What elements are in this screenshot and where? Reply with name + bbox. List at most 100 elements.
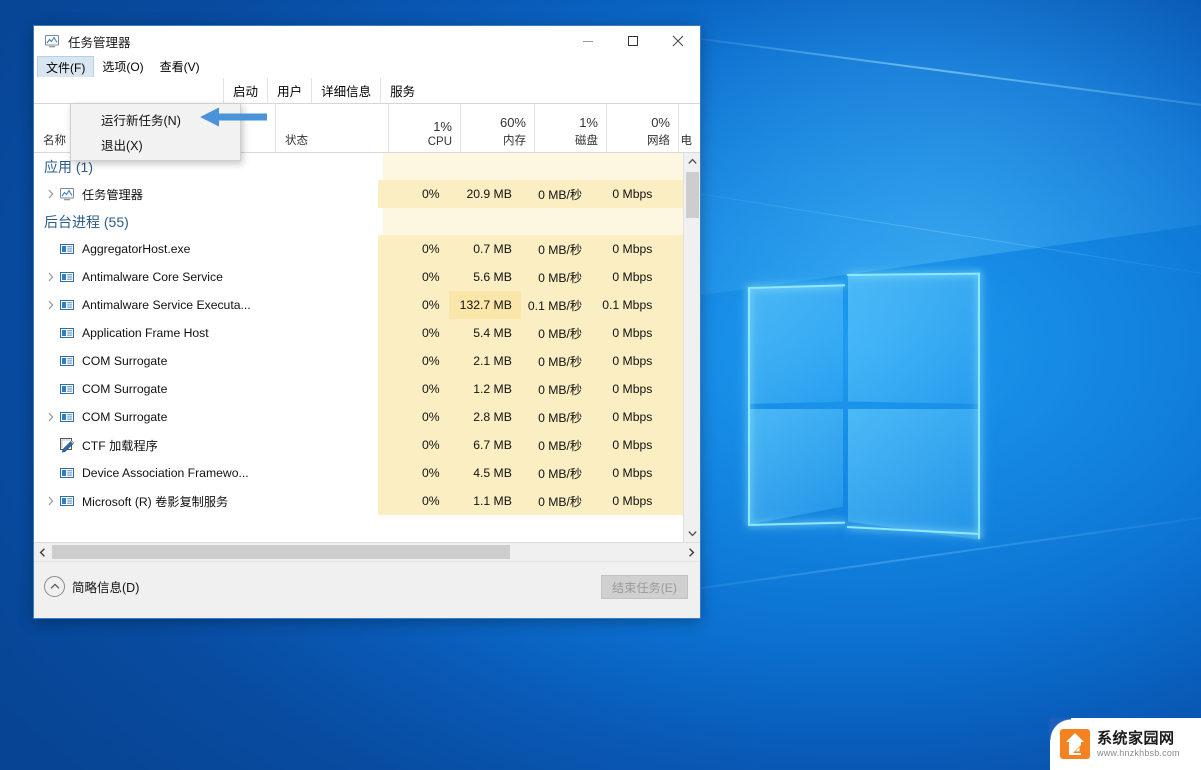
- menu-file[interactable]: 文件(F): [37, 56, 95, 77]
- scroll-up-icon[interactable]: [684, 153, 700, 170]
- fewer-details-button[interactable]: 简略信息(D): [44, 576, 139, 597]
- process-memory-cell: 1.2 MB: [448, 375, 521, 403]
- process-status-cell: [269, 291, 379, 319]
- expand-chevron-icon[interactable]: [42, 272, 59, 282]
- process-power-cell: [661, 459, 683, 487]
- process-power-cell: [661, 487, 683, 515]
- column-header-memory[interactable]: 60% 内存: [460, 104, 534, 152]
- process-status-cell: [269, 375, 379, 403]
- expand-chevron-icon[interactable]: [42, 300, 59, 310]
- process-name-label: COM Surrogate: [82, 354, 168, 368]
- process-power-cell: [661, 263, 683, 291]
- generic-app-icon: [59, 269, 75, 285]
- close-button[interactable]: [655, 26, 700, 56]
- process-row[interactable]: COM Surrogate 0% 1.2 MB 0 MB/秒 0 Mbps: [34, 375, 683, 403]
- scroll-right-icon[interactable]: [683, 543, 700, 561]
- process-network-cell: 0 Mbps: [591, 263, 662, 291]
- process-group-header: 后台进程 (55): [34, 207, 683, 236]
- process-network-cell: 0 Mbps: [591, 347, 662, 375]
- process-name-cell: Application Frame Host: [34, 319, 269, 347]
- column-header-cpu[interactable]: 1% CPU: [388, 104, 460, 152]
- process-row[interactable]: Antimalware Service Executa... 0% 132.7 MB…: [34, 291, 683, 319]
- horizontal-scrollbar[interactable]: [34, 542, 700, 561]
- process-name-cell: COM Surrogate: [34, 403, 269, 431]
- column-header-cpu-label: CPU: [427, 136, 452, 148]
- column-header-status[interactable]: 状态: [275, 104, 388, 152]
- process-network-cell: 0 Mbps: [591, 431, 662, 459]
- generic-app-icon: [59, 241, 75, 257]
- process-cpu-cell: 0%: [378, 487, 449, 515]
- process-name-label: COM Surrogate: [82, 382, 168, 396]
- minimize-button[interactable]: [565, 26, 610, 56]
- scroll-left-icon[interactable]: [34, 543, 51, 561]
- tab-details[interactable]: 详细信息: [311, 78, 380, 103]
- process-power-cell: [661, 403, 683, 431]
- process-name-label: 任务管理器: [82, 188, 143, 202]
- process-disk-cell: 0 MB/秒: [520, 235, 592, 263]
- expand-chevron-icon[interactable]: [42, 412, 59, 422]
- vertical-scrollbar[interactable]: [683, 153, 700, 542]
- process-power-cell: [661, 319, 683, 347]
- tab-services[interactable]: 服务: [380, 78, 424, 103]
- menu-options[interactable]: 选项(O): [94, 56, 151, 77]
- process-name-cell: COM Surrogate: [34, 347, 269, 375]
- maximize-button[interactable]: [610, 26, 655, 56]
- column-header-cpu-pct: 1%: [433, 119, 452, 134]
- generic-app-icon: [59, 409, 75, 425]
- process-row[interactable]: 任务管理器 0% 20.9 MB 0 MB/秒 0 Mbps: [34, 180, 683, 208]
- process-disk-cell: 0 MB/秒: [520, 375, 592, 403]
- menu-view[interactable]: 查看(V): [152, 56, 208, 77]
- process-network-cell: 0 Mbps: [591, 459, 662, 487]
- column-header-power[interactable]: 电: [678, 104, 700, 152]
- process-row[interactable]: COM Surrogate 0% 2.1 MB 0 MB/秒 0 Mbps: [34, 347, 683, 375]
- process-power-cell: [661, 180, 683, 208]
- process-memory-cell: 4.5 MB: [448, 459, 521, 487]
- process-row[interactable]: Device Association Framewo... 0% 4.5 MB 0 M…: [34, 459, 683, 487]
- generic-app-icon: [59, 465, 75, 481]
- column-header-network[interactable]: 0% 网络: [606, 104, 678, 152]
- process-network-cell: 0 Mbps: [591, 375, 662, 403]
- watermark-title: 系统家园网: [1097, 729, 1175, 747]
- tab-startup[interactable]: 启动: [223, 78, 267, 103]
- task-manager-icon: [44, 33, 60, 49]
- process-memory-cell: 5.4 MB: [448, 319, 521, 347]
- process-row[interactable]: Microsoft (R) 卷影复制服务 0% 1.1 MB 0 MB/秒 0 Mbps: [34, 487, 683, 515]
- scroll-down-icon[interactable]: [684, 525, 700, 542]
- process-network-cell: 0 Mbps: [591, 319, 662, 347]
- expand-chevron-icon[interactable]: [42, 496, 59, 506]
- process-memory-cell: 5.6 MB: [448, 263, 521, 291]
- horizontal-scrollbar-thumb[interactable]: [52, 545, 510, 559]
- process-cpu-cell: 0%: [378, 459, 449, 487]
- process-row[interactable]: CTF 加载程序 0% 6.7 MB 0 MB/秒 0 Mbps: [34, 431, 683, 459]
- tab-users[interactable]: 用户: [267, 78, 311, 103]
- process-name-label: Device Association Framewo...: [82, 466, 249, 480]
- end-task-button[interactable]: 结束任务(E): [601, 574, 688, 599]
- window-title: 任务管理器: [68, 35, 131, 50]
- process-memory-cell: 2.1 MB: [448, 347, 521, 375]
- column-header-disk[interactable]: 1% 磁盘: [534, 104, 606, 152]
- process-status-cell: [269, 487, 379, 515]
- title-bar[interactable]: 任务管理器: [34, 26, 700, 56]
- process-row[interactable]: AggregatorHost.exe 0% 0.7 MB 0 MB/秒 0 Mbps: [34, 235, 683, 263]
- menu-item-exit[interactable]: 退出(X): [71, 132, 240, 157]
- process-status-cell: [269, 459, 379, 487]
- process-row[interactable]: Application Frame Host 0% 5.4 MB 0 MB/秒 0 Mb…: [34, 319, 683, 347]
- menu-item-run-new-task[interactable]: 运行新任务(N): [71, 107, 240, 132]
- file-menu-dropdown: 运行新任务(N) 退出(X): [70, 103, 241, 161]
- expand-chevron-icon[interactable]: [42, 189, 59, 199]
- process-disk-cell: 0 MB/秒: [520, 431, 592, 459]
- process-row[interactable]: Antimalware Core Service 0% 5.6 MB 0 MB/秒 0 …: [34, 263, 683, 291]
- footer-bar: 简略信息(D) 结束任务(E): [34, 561, 700, 611]
- process-cpu-cell: 0%: [378, 403, 449, 431]
- process-status-cell: [269, 403, 379, 431]
- column-header-status-label: 状态: [285, 135, 308, 147]
- group-power-cell: [661, 207, 683, 236]
- process-power-cell: [661, 431, 683, 459]
- process-power-cell: [661, 291, 683, 319]
- generic-app-icon: [59, 297, 75, 313]
- vertical-scrollbar-thumb[interactable]: [686, 172, 699, 218]
- group-status-cell: [275, 208, 383, 236]
- process-row[interactable]: COM Surrogate 0% 2.8 MB 0 MB/秒 0 Mbps: [34, 403, 683, 431]
- process-name-cell: AggregatorHost.exe: [34, 235, 269, 263]
- column-header-power-label: 电: [680, 135, 693, 147]
